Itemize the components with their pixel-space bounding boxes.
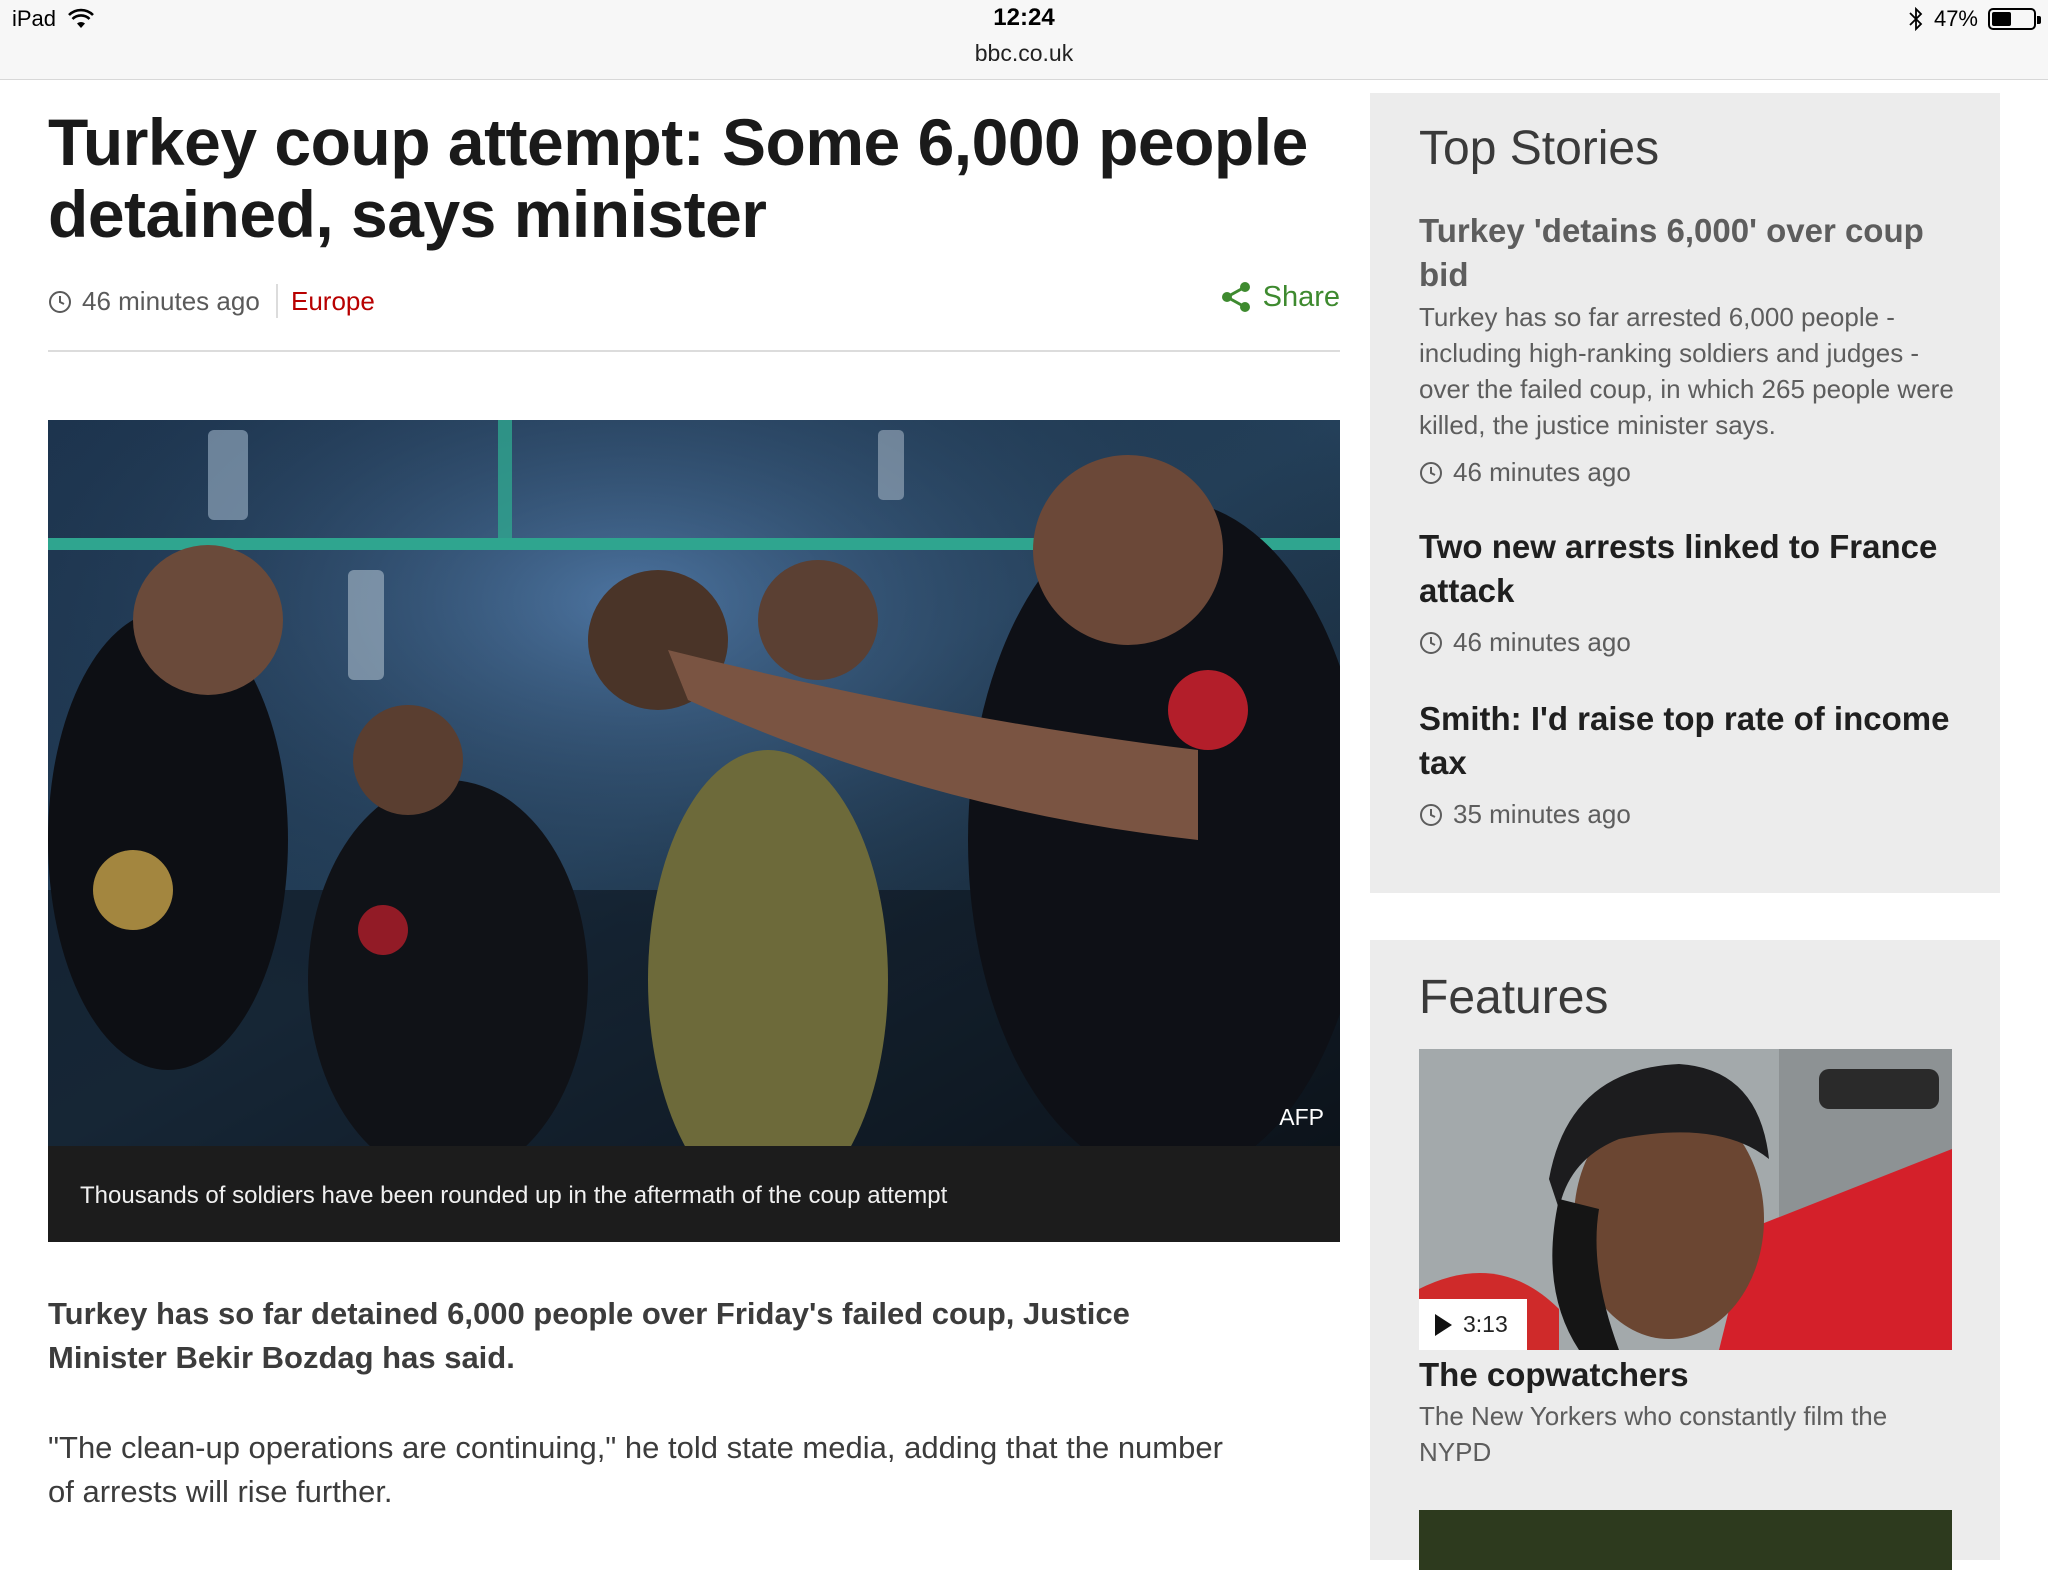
feature-title[interactable]: The copwatchers	[1419, 1356, 1689, 1394]
story-time-text: 46 minutes ago	[1453, 457, 1631, 487]
share-button[interactable]: Share	[1219, 280, 1340, 314]
share-label: Share	[1262, 280, 1340, 313]
clock-icon	[1420, 461, 1442, 484]
story-title[interactable]: Turkey 'detains 6,000' over coup bid	[1419, 209, 1959, 297]
story-timestamp: 46 minutes ago	[1419, 457, 1959, 488]
duration-text: 3:13	[1463, 1311, 1508, 1337]
features-panel: Features 3:13 The copwatchers The New Yo…	[1370, 940, 2000, 1570]
story-timestamp: 46 minutes ago	[1419, 627, 1959, 658]
video-duration-badge[interactable]: 3:13	[1419, 1299, 1527, 1350]
top-story-item[interactable]: Smith: I'd raise top rate of income tax …	[1419, 697, 1959, 830]
clock-icon	[49, 290, 71, 313]
meta-divider	[276, 284, 278, 318]
top-story-item[interactable]: Turkey 'detains 6,000' over coup bid Tur…	[1419, 209, 1959, 488]
article-photo	[48, 420, 1340, 1146]
play-icon	[1435, 1313, 1452, 1336]
story-timestamp: 35 minutes ago	[1419, 799, 1959, 830]
article-figure: AFP Thousands of soldiers have been roun…	[48, 420, 1340, 1242]
address-bar-url[interactable]: bbc.co.uk	[0, 40, 2048, 67]
top-stories-title: Top Stories	[1419, 122, 1660, 175]
status-bar: iPad 12:24 bbc.co.uk 47%	[0, 0, 2048, 80]
clock-icon	[1420, 803, 1442, 826]
article-timestamp: 46 minutes ago	[48, 286, 260, 317]
image-credit: AFP	[1279, 1104, 1324, 1130]
section-link[interactable]: Europe	[291, 286, 375, 317]
article-meta: 46 minutes ago Europe Share	[48, 280, 1340, 352]
features-title: Features	[1419, 971, 1609, 1024]
story-title[interactable]: Two new arrests linked to France attack	[1419, 525, 1959, 613]
feature-thumbnail-next[interactable]	[1419, 1510, 1952, 1570]
article-intro: Turkey has so far detained 6,000 people …	[48, 1296, 1130, 1375]
story-time-text: 46 minutes ago	[1453, 627, 1631, 657]
top-story-item[interactable]: Two new arrests linked to France attack …	[1419, 525, 1959, 658]
clock-time: 12:24	[993, 4, 1055, 31]
status-right: 47%	[1908, 6, 2041, 32]
article-headline: Turkey coup attempt: Some 6,000 people d…	[48, 105, 1308, 251]
clock-icon	[1420, 631, 1442, 654]
timestamp-text: 46 minutes ago	[82, 286, 260, 316]
story-title[interactable]: Smith: I'd raise top rate of income tax	[1419, 697, 1959, 785]
feature-summary: The New Yorkers who constantly film the …	[1419, 1401, 1888, 1467]
article-paragraph: "The clean-up operations are continuing,…	[48, 1430, 1223, 1509]
image-caption: Thousands of soldiers have been rounded …	[48, 1146, 1340, 1242]
battery-level	[1992, 12, 2011, 26]
bluetooth-icon	[1909, 7, 1923, 31]
photo-soldiers-detained	[48, 420, 1340, 1146]
battery-icon	[1988, 8, 2041, 30]
battery-percent: 47%	[1933, 6, 1978, 31]
top-stories-panel: Top Stories Turkey 'detains 6,000' over …	[1370, 93, 2000, 893]
share-icon	[1221, 282, 1250, 312]
story-time-text: 35 minutes ago	[1453, 799, 1631, 829]
article: Turkey coup attempt: Some 6,000 people d…	[48, 80, 1340, 1509]
story-summary: Turkey has so far arrested 6,000 people …	[1419, 302, 1954, 440]
